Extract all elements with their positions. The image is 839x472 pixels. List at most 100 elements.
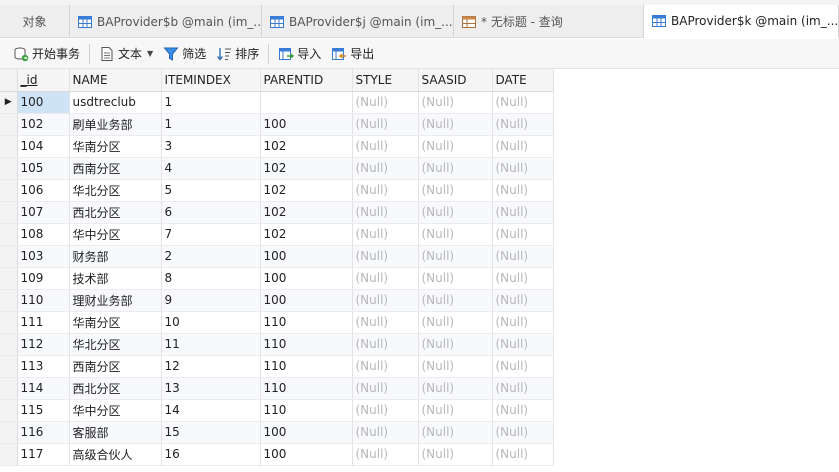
cell-name[interactable]: 华中分区 <box>69 223 162 246</box>
cell-itemindex[interactable]: 6 <box>161 201 261 224</box>
cell-name[interactable]: 西南分区 <box>69 355 162 378</box>
cell-date[interactable]: (Null) <box>492 91 554 114</box>
table-row[interactable]: 109 技术部 8 100 (Null) (Null) (Null) <box>0 267 554 290</box>
cell-id[interactable]: 109 <box>17 267 70 290</box>
cell-style[interactable]: (Null) <box>352 443 419 466</box>
cell-id[interactable]: 112 <box>17 333 70 356</box>
cell-itemindex[interactable]: 12 <box>161 355 261 378</box>
cell-parentid[interactable]: 110 <box>260 399 353 422</box>
cell-itemindex[interactable]: 8 <box>161 267 261 290</box>
cell-parentid[interactable]: 100 <box>260 113 353 136</box>
cell-saasid[interactable]: (Null) <box>418 135 493 158</box>
cell-saasid[interactable]: (Null) <box>418 289 493 312</box>
cell-date[interactable]: (Null) <box>492 113 554 136</box>
cell-saasid[interactable]: (Null) <box>418 311 493 334</box>
row-indicator[interactable] <box>0 201 18 224</box>
cell-saasid[interactable]: (Null) <box>418 399 493 422</box>
cell-id[interactable]: 114 <box>17 377 70 400</box>
cell-date[interactable]: (Null) <box>492 289 554 312</box>
column-header-date[interactable]: DATE <box>492 69 554 92</box>
cell-name[interactable]: usdtreclub <box>69 91 162 114</box>
cell-parentid[interactable]: 110 <box>260 311 353 334</box>
cell-itemindex[interactable]: 3 <box>161 135 261 158</box>
row-indicator[interactable] <box>0 245 18 268</box>
cell-id[interactable]: 107 <box>17 201 70 224</box>
cell-id[interactable]: 103 <box>17 245 70 268</box>
cell-date[interactable]: (Null) <box>492 157 554 180</box>
tab-baprovider-j[interactable]: BAProvider$j @main (im_... <box>262 5 454 38</box>
cell-saasid[interactable]: (Null) <box>418 377 493 400</box>
table-row[interactable]: 112 华北分区 11 110 (Null) (Null) (Null) <box>0 333 554 356</box>
table-row[interactable]: ▶ 100 usdtreclub 1 (Null) (Null) (Null) <box>0 91 554 114</box>
cell-id[interactable]: 108 <box>17 223 70 246</box>
cell-itemindex[interactable]: 5 <box>161 179 261 202</box>
row-indicator[interactable] <box>0 179 18 202</box>
table-row[interactable]: 105 西南分区 4 102 (Null) (Null) (Null) <box>0 157 554 180</box>
import-button[interactable]: 导入 <box>273 42 326 66</box>
cell-itemindex[interactable]: 9 <box>161 289 261 312</box>
cell-style[interactable]: (Null) <box>352 135 419 158</box>
cell-style[interactable]: (Null) <box>352 223 419 246</box>
cell-parentid[interactable]: 102 <box>260 179 353 202</box>
cell-itemindex[interactable]: 15 <box>161 421 261 444</box>
cell-saasid[interactable]: (Null) <box>418 421 493 444</box>
cell-id[interactable]: 106 <box>17 179 70 202</box>
row-indicator[interactable] <box>0 355 18 378</box>
cell-date[interactable]: (Null) <box>492 443 554 466</box>
cell-style[interactable]: (Null) <box>352 399 419 422</box>
column-header-saasid[interactable]: SAASID <box>418 69 493 92</box>
cell-itemindex[interactable]: 16 <box>161 443 261 466</box>
cell-name[interactable]: 理财业务部 <box>69 289 162 312</box>
table-row[interactable]: 102 刷单业务部 1 100 (Null) (Null) (Null) <box>0 113 554 136</box>
cell-style[interactable]: (Null) <box>352 289 419 312</box>
cell-date[interactable]: (Null) <box>492 201 554 224</box>
cell-date[interactable]: (Null) <box>492 355 554 378</box>
cell-saasid[interactable]: (Null) <box>418 355 493 378</box>
cell-name[interactable]: 华北分区 <box>69 179 162 202</box>
cell-id[interactable]: 113 <box>17 355 70 378</box>
cell-saasid[interactable]: (Null) <box>418 333 493 356</box>
cell-saasid[interactable]: (Null) <box>418 267 493 290</box>
cell-saasid[interactable]: (Null) <box>418 245 493 268</box>
row-indicator[interactable] <box>0 311 18 334</box>
row-indicator[interactable] <box>0 377 18 400</box>
column-header-itemindex[interactable]: ITEMINDEX <box>161 69 261 92</box>
cell-parentid[interactable]: 100 <box>260 443 353 466</box>
row-indicator[interactable] <box>0 333 18 356</box>
table-row[interactable]: 107 西北分区 6 102 (Null) (Null) (Null) <box>0 201 554 224</box>
table-row[interactable]: 104 华南分区 3 102 (Null) (Null) (Null) <box>0 135 554 158</box>
current-row-indicator-icon[interactable]: ▶ <box>0 91 18 114</box>
cell-date[interactable]: (Null) <box>492 179 554 202</box>
cell-id[interactable]: 102 <box>17 113 70 136</box>
row-indicator[interactable] <box>0 223 18 246</box>
table-row[interactable]: 111 华南分区 10 110 (Null) (Null) (Null) <box>0 311 554 334</box>
cell-date[interactable]: (Null) <box>492 267 554 290</box>
cell-name[interactable]: 华北分区 <box>69 333 162 356</box>
sort-button[interactable]: 排序 <box>211 42 264 66</box>
cell-parentid[interactable] <box>260 91 353 114</box>
cell-style[interactable]: (Null) <box>352 179 419 202</box>
cell-itemindex[interactable]: 4 <box>161 157 261 180</box>
cell-saasid[interactable]: (Null) <box>418 91 493 114</box>
column-header-id[interactable]: _id <box>17 69 70 92</box>
cell-style[interactable]: (Null) <box>352 421 419 444</box>
row-indicator[interactable] <box>0 157 18 180</box>
cell-itemindex[interactable]: 7 <box>161 223 261 246</box>
row-indicator[interactable] <box>0 443 18 466</box>
cell-parentid[interactable]: 102 <box>260 201 353 224</box>
row-indicator[interactable] <box>0 135 18 158</box>
row-indicator[interactable] <box>0 421 18 444</box>
cell-saasid[interactable]: (Null) <box>418 201 493 224</box>
cell-date[interactable]: (Null) <box>492 311 554 334</box>
column-header-style[interactable]: STYLE <box>352 69 419 92</box>
row-indicator[interactable] <box>0 289 18 312</box>
table-row[interactable]: 117 高级合伙人 16 100 (Null) (Null) (Null) <box>0 443 554 466</box>
cell-name[interactable]: 华南分区 <box>69 311 162 334</box>
cell-parentid[interactable]: 100 <box>260 267 353 290</box>
cell-date[interactable]: (Null) <box>492 333 554 356</box>
cell-name[interactable]: 财务部 <box>69 245 162 268</box>
cell-itemindex[interactable]: 1 <box>161 91 261 114</box>
table-row[interactable]: 116 客服部 15 100 (Null) (Null) (Null) <box>0 421 554 444</box>
table-row[interactable]: 113 西南分区 12 110 (Null) (Null) (Null) <box>0 355 554 378</box>
cell-id[interactable]: 100 <box>17 91 70 114</box>
